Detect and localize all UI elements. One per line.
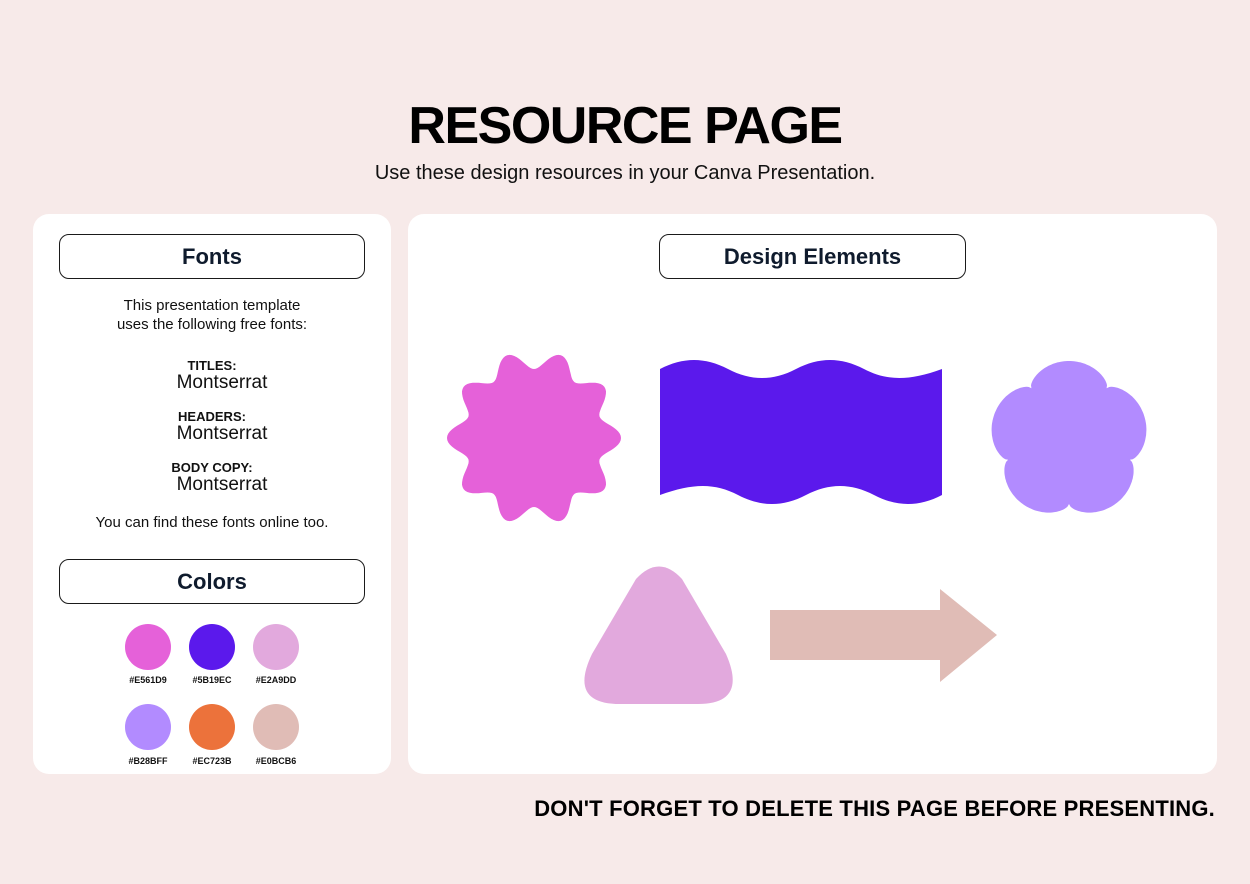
fonts-intro-line-1: This presentation template <box>123 297 301 314</box>
color-hex-label: #E0BCB6 <box>255 756 297 766</box>
wavy-banner-shape <box>660 360 942 504</box>
flower-shape <box>991 361 1147 513</box>
color-hex-label: #5B19EC <box>192 675 232 685</box>
footer-reminder: DON'T FORGET TO DELETE THIS PAGE BEFORE … <box>534 796 1215 821</box>
headers-font-label: HEADERS: <box>178 409 246 424</box>
titles-font-label: TITLES: <box>187 358 237 373</box>
color-swatch <box>189 704 235 750</box>
page-subtitle: Use these design resources in your Canva… <box>374 162 876 184</box>
fonts-online-note: You can find these fonts online too. <box>95 514 329 531</box>
color-hex-label: #B28BFF <box>128 756 168 766</box>
wavy-circle-shape <box>447 354 621 522</box>
page-title: RESOURCE PAGE <box>408 97 843 155</box>
fonts-intro: This presentation template uses the foll… <box>33 296 391 334</box>
fonts-intro-line-2: uses the following free fonts: <box>116 316 308 333</box>
color-hex-label: #E2A9DD <box>255 675 297 685</box>
titles-font-name: Montserrat <box>176 372 268 393</box>
color-hex-label: #EC723B <box>192 756 232 766</box>
color-swatch <box>125 624 171 670</box>
color-swatch <box>253 704 299 750</box>
body-copy-font-label: BODY COPY: <box>171 460 253 475</box>
colors-heading: Colors <box>59 559 365 604</box>
body-copy-font-name: Montserrat <box>176 474 268 495</box>
headers-font-name: Montserrat <box>176 423 268 444</box>
design-elements-panel: Design Elements <box>408 214 1217 774</box>
arrow-right-shape <box>770 589 997 682</box>
color-hex-label: #E561D9 <box>129 675 167 685</box>
fonts-colors-panel: Fonts This presentation template uses th… <box>33 214 391 774</box>
rounded-triangle-shape <box>584 566 733 704</box>
design-elements-canvas <box>447 354 1147 704</box>
fonts-heading: Fonts <box>59 234 365 279</box>
color-swatch <box>253 624 299 670</box>
color-swatch <box>189 624 235 670</box>
color-swatch <box>125 704 171 750</box>
